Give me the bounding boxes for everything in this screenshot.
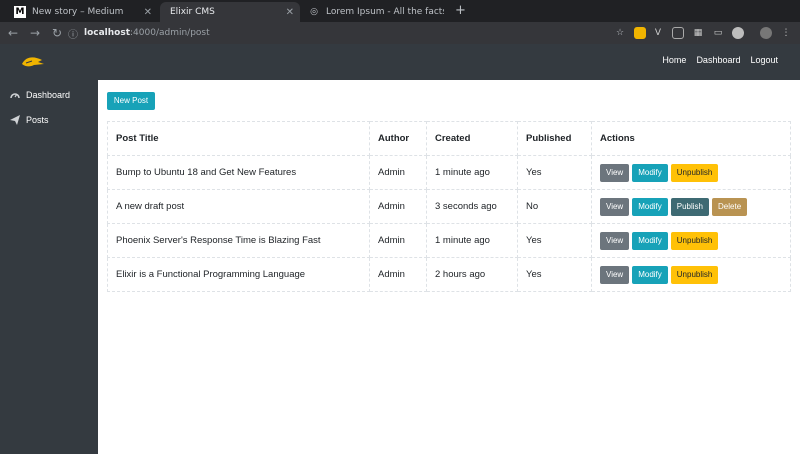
tab-title: Lorem Ipsum - All the facts - L [326,7,444,17]
view-button[interactable]: View [600,265,630,284]
paper-plane-icon [10,115,20,125]
author-cell: Admin [369,189,427,224]
published-cell: Yes [517,223,592,258]
table-header-row: Post Title Author Created Published Acti… [107,121,791,156]
actions-cell: View Modify Unpublish [591,155,791,190]
browser-tabstrip: M New story – Medium ✕ Elixir CMS ✕ ◎ Lo… [0,0,800,22]
publish-button[interactable]: Publish [670,197,710,216]
url-path: :4000/admin/post [130,28,210,38]
sidebar-item-posts[interactable]: Posts [10,115,49,125]
author-cell: Admin [369,257,427,292]
sidebar-item-label: Dashboard [26,90,71,100]
info-icon[interactable]: ⓘ [68,26,78,41]
created-cell: 1 minute ago [426,155,518,190]
actions-cell: View Modify Publish Delete [591,189,791,224]
browser-tab-medium[interactable]: M New story – Medium ✕ [8,2,158,22]
extension-icon[interactable]: ▭ [712,27,724,39]
published-cell: Yes [517,257,592,292]
modify-button[interactable]: Modify [632,197,668,216]
extension-icon[interactable] [732,27,744,39]
app-logo-icon[interactable] [20,54,46,70]
nav-dashboard-link[interactable]: Dashboard [696,55,740,65]
unpublish-button[interactable]: Unpublish [670,265,719,284]
created-cell: 1 minute ago [426,223,518,258]
column-header-post-title: Post Title [107,121,370,156]
back-icon[interactable]: ← [4,26,22,40]
table-row: A new draft post Admin 3 seconds ago No … [107,189,791,224]
extension-icon[interactable] [634,27,646,39]
column-header-author: Author [369,121,427,156]
column-header-actions: Actions [591,121,791,156]
forward-icon[interactable]: → [26,26,44,40]
globe-icon: ◎ [310,7,318,17]
tab-title: Elixir CMS [170,7,215,17]
unpublish-button[interactable]: Unpublish [670,231,719,250]
star-icon[interactable]: ☆ [614,27,626,39]
reload-icon[interactable]: ↻ [48,26,66,40]
post-title-cell: Bump to Ubuntu 18 and Get New Features [107,155,370,190]
browser-toolbar: ← → ↻ ⓘ localhost :4000/admin/post ☆ V ▦… [0,22,800,44]
nav-logout-link[interactable]: Logout [750,55,778,65]
created-cell: 3 seconds ago [426,189,518,224]
url-host: localhost [84,28,131,38]
browser-tab-lorem-ipsum[interactable]: ◎ Lorem Ipsum - All the facts - L [302,2,450,22]
unpublish-button[interactable]: Unpublish [670,163,719,182]
sidebar: Dashboard Posts [0,80,98,454]
extension-icon[interactable] [672,27,684,39]
published-cell: No [517,189,592,224]
app-navbar: Home Dashboard Logout [0,44,800,80]
posts-table: Post Title Author Created Published Acti… [107,121,791,292]
close-icon[interactable]: ✕ [286,7,294,18]
dashboard-icon [10,93,20,99]
modify-button[interactable]: Modify [632,265,668,284]
medium-icon: M [14,6,26,18]
table-row: Bump to Ubuntu 18 and Get New Features A… [107,155,791,190]
view-button[interactable]: View [600,163,630,182]
post-title-cell: Phoenix Server's Response Time is Blazin… [107,223,370,258]
column-header-published: Published [517,121,592,156]
author-cell: Admin [369,223,427,258]
menu-icon[interactable]: ⋮ [780,27,792,39]
browser-tab-elixir-cms[interactable]: Elixir CMS ✕ [160,2,300,22]
nav-home-link[interactable]: Home [662,55,686,65]
table-row: Elixir is a Functional Programming Langu… [107,257,791,292]
column-header-created: Created [426,121,518,156]
delete-button[interactable]: Delete [712,197,748,216]
view-button[interactable]: View [600,231,630,250]
created-cell: 2 hours ago [426,257,518,292]
author-cell: Admin [369,155,427,190]
actions-cell: View Modify Unpublish [591,223,791,258]
extension-icon[interactable]: ▦ [692,27,704,39]
address-bar[interactable]: ⓘ localhost :4000/admin/post [68,24,708,42]
sidebar-item-dashboard[interactable]: Dashboard [10,90,70,100]
published-cell: Yes [517,155,592,190]
actions-cell: View Modify Unpublish [591,257,791,292]
tab-title: New story – Medium [32,7,124,17]
view-button[interactable]: View [600,197,630,216]
post-title-cell: A new draft post [107,189,370,224]
sidebar-item-label: Posts [26,115,49,125]
close-icon[interactable]: ✕ [144,7,152,18]
table-row: Phoenix Server's Response Time is Blazin… [107,223,791,258]
post-title-cell: Elixir is a Functional Programming Langu… [107,257,370,292]
vue-devtools-icon[interactable]: V [652,27,664,39]
avatar[interactable] [760,27,772,39]
modify-button[interactable]: Modify [632,163,668,182]
modify-button[interactable]: Modify [632,231,668,250]
new-post-button[interactable]: New Post [107,92,155,110]
new-tab-icon[interactable]: + [455,3,466,18]
